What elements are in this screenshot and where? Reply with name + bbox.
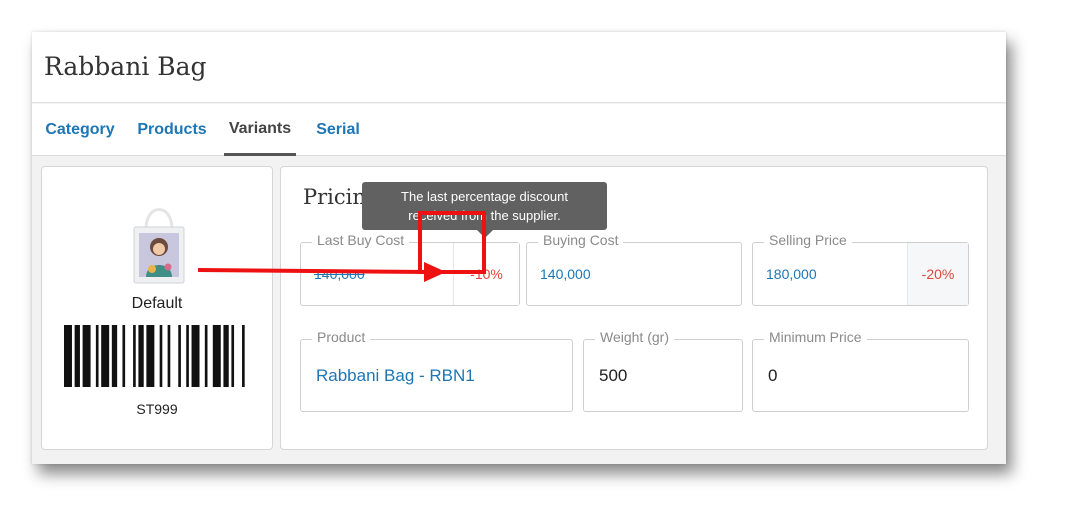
annotation-arrow bbox=[197, 262, 446, 282]
